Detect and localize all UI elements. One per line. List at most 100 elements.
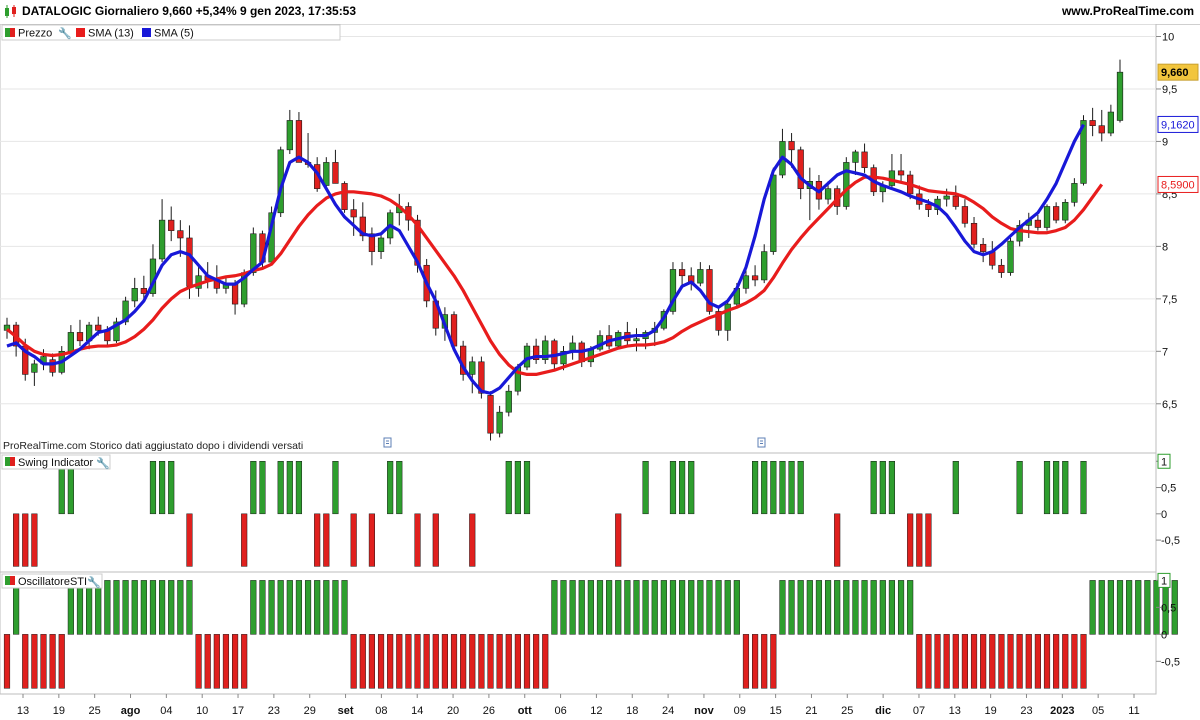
bar-positive	[332, 461, 339, 515]
swing-legend[interactable]: Swing Indicator 🔧	[1, 454, 111, 470]
bar-positive	[122, 580, 129, 635]
bar-positive	[907, 580, 914, 635]
sub-tick-label: 0	[1161, 629, 1167, 641]
bar-negative	[1062, 634, 1069, 689]
bar-positive	[332, 580, 339, 635]
bar-negative	[396, 634, 403, 689]
chart-header: DATALOGIC Giornaliero 9,660 +5,34% 9 gen…	[0, 0, 1200, 25]
bar-negative	[925, 513, 932, 567]
date-tick-label: 19	[985, 705, 997, 717]
bar-negative	[1043, 634, 1051, 689]
bar-negative	[186, 513, 193, 567]
bar-negative	[980, 634, 987, 689]
bar-positive	[587, 580, 594, 635]
price-panel[interactable]	[0, 24, 1157, 454]
bar-positive	[806, 580, 813, 635]
bar-positive	[140, 580, 147, 635]
bar-positive	[870, 580, 877, 635]
bar-positive	[660, 580, 667, 635]
bar-negative	[450, 634, 458, 689]
date-tick-label: 11	[1128, 705, 1139, 717]
bar-positive	[1126, 580, 1133, 635]
bar-positive	[304, 580, 312, 635]
bar-positive	[323, 580, 330, 635]
candle-body	[1116, 71, 1124, 121]
bar-positive	[633, 580, 640, 635]
last-price-tag: 9,660	[1161, 67, 1189, 79]
bar-negative	[49, 634, 56, 689]
bar-negative	[542, 634, 549, 689]
sma5-value-tag: 9,1620	[1161, 119, 1195, 131]
bar-positive	[843, 580, 850, 635]
bar-positive	[341, 580, 348, 635]
bar-negative	[432, 513, 439, 567]
site-link[interactable]: www.ProRealTime.com	[1062, 4, 1194, 18]
candle-body	[341, 183, 348, 210]
bar-negative	[204, 634, 211, 689]
legend-price-label: Prezzo	[18, 28, 52, 40]
candle-body	[496, 411, 503, 434]
bar-positive	[952, 461, 959, 515]
candle-body	[231, 282, 239, 305]
candle-body	[140, 288, 147, 294]
bar-positive	[706, 580, 713, 635]
legend-sma13-label: SMA (13)	[88, 28, 134, 40]
sub-tick-label: 0,5	[1161, 483, 1176, 495]
bar-positive	[642, 461, 649, 515]
chart-area[interactable]: 109,598,587,576,5 10,50-0,510,50-0,5 9,6…	[0, 24, 1200, 720]
bar-positive	[1043, 461, 1051, 515]
bar-positive	[824, 580, 832, 635]
bar-positive	[815, 580, 823, 635]
bar-positive	[897, 580, 905, 635]
bar-positive	[295, 580, 303, 635]
sub-tick-label: 0	[1161, 509, 1167, 521]
bar-positive	[888, 461, 896, 515]
bar-negative	[359, 634, 366, 689]
candle-body	[943, 195, 950, 200]
candle-body	[998, 264, 1005, 273]
oscillator-legend[interactable]: OscillatoreSTI 🔧	[1, 573, 103, 589]
bar-positive	[797, 461, 804, 515]
bar-negative	[1053, 634, 1060, 689]
bar-positive	[131, 580, 138, 635]
wrench-icon[interactable]: 🔧	[96, 456, 110, 470]
date-tick-label: 23	[1020, 705, 1032, 717]
bar-positive	[1135, 580, 1142, 635]
candle-body	[49, 359, 56, 373]
date-tick-label: 29	[304, 705, 316, 717]
document-icon[interactable]	[757, 437, 766, 448]
bar-negative	[934, 634, 941, 689]
wrench-icon[interactable]: 🔧	[58, 26, 72, 40]
bar-positive	[104, 580, 111, 635]
bar-positive	[177, 580, 184, 635]
date-tick-label: 06	[554, 705, 566, 717]
bar-negative	[943, 634, 950, 689]
bar-positive	[779, 461, 786, 515]
bar-negative	[460, 634, 467, 689]
bar-negative	[916, 513, 923, 567]
bar-positive	[396, 461, 403, 515]
bar-negative	[907, 513, 914, 567]
candle-body	[323, 162, 330, 186]
bar-negative	[405, 634, 412, 689]
bar-positive	[888, 580, 896, 635]
candle-body	[770, 174, 777, 252]
wrench-icon[interactable]: 🔧	[87, 575, 101, 589]
date-tick-label: 18	[626, 705, 638, 717]
candle-body	[788, 141, 795, 151]
bar-positive	[870, 461, 877, 515]
date-tick-label: 23	[268, 705, 280, 717]
bar-negative	[241, 513, 248, 567]
bar-positive	[688, 461, 695, 515]
document-icon[interactable]	[383, 437, 392, 448]
bar-positive	[560, 580, 567, 635]
bar-positive	[834, 580, 841, 635]
bar-positive	[1107, 580, 1114, 635]
bar-negative	[998, 634, 1005, 689]
bar-negative	[916, 634, 923, 689]
bar-positive	[259, 461, 266, 515]
bar-negative	[31, 634, 38, 689]
candle-body	[897, 170, 905, 176]
date-tick-label: 24	[662, 705, 674, 717]
bar-negative	[961, 634, 968, 689]
